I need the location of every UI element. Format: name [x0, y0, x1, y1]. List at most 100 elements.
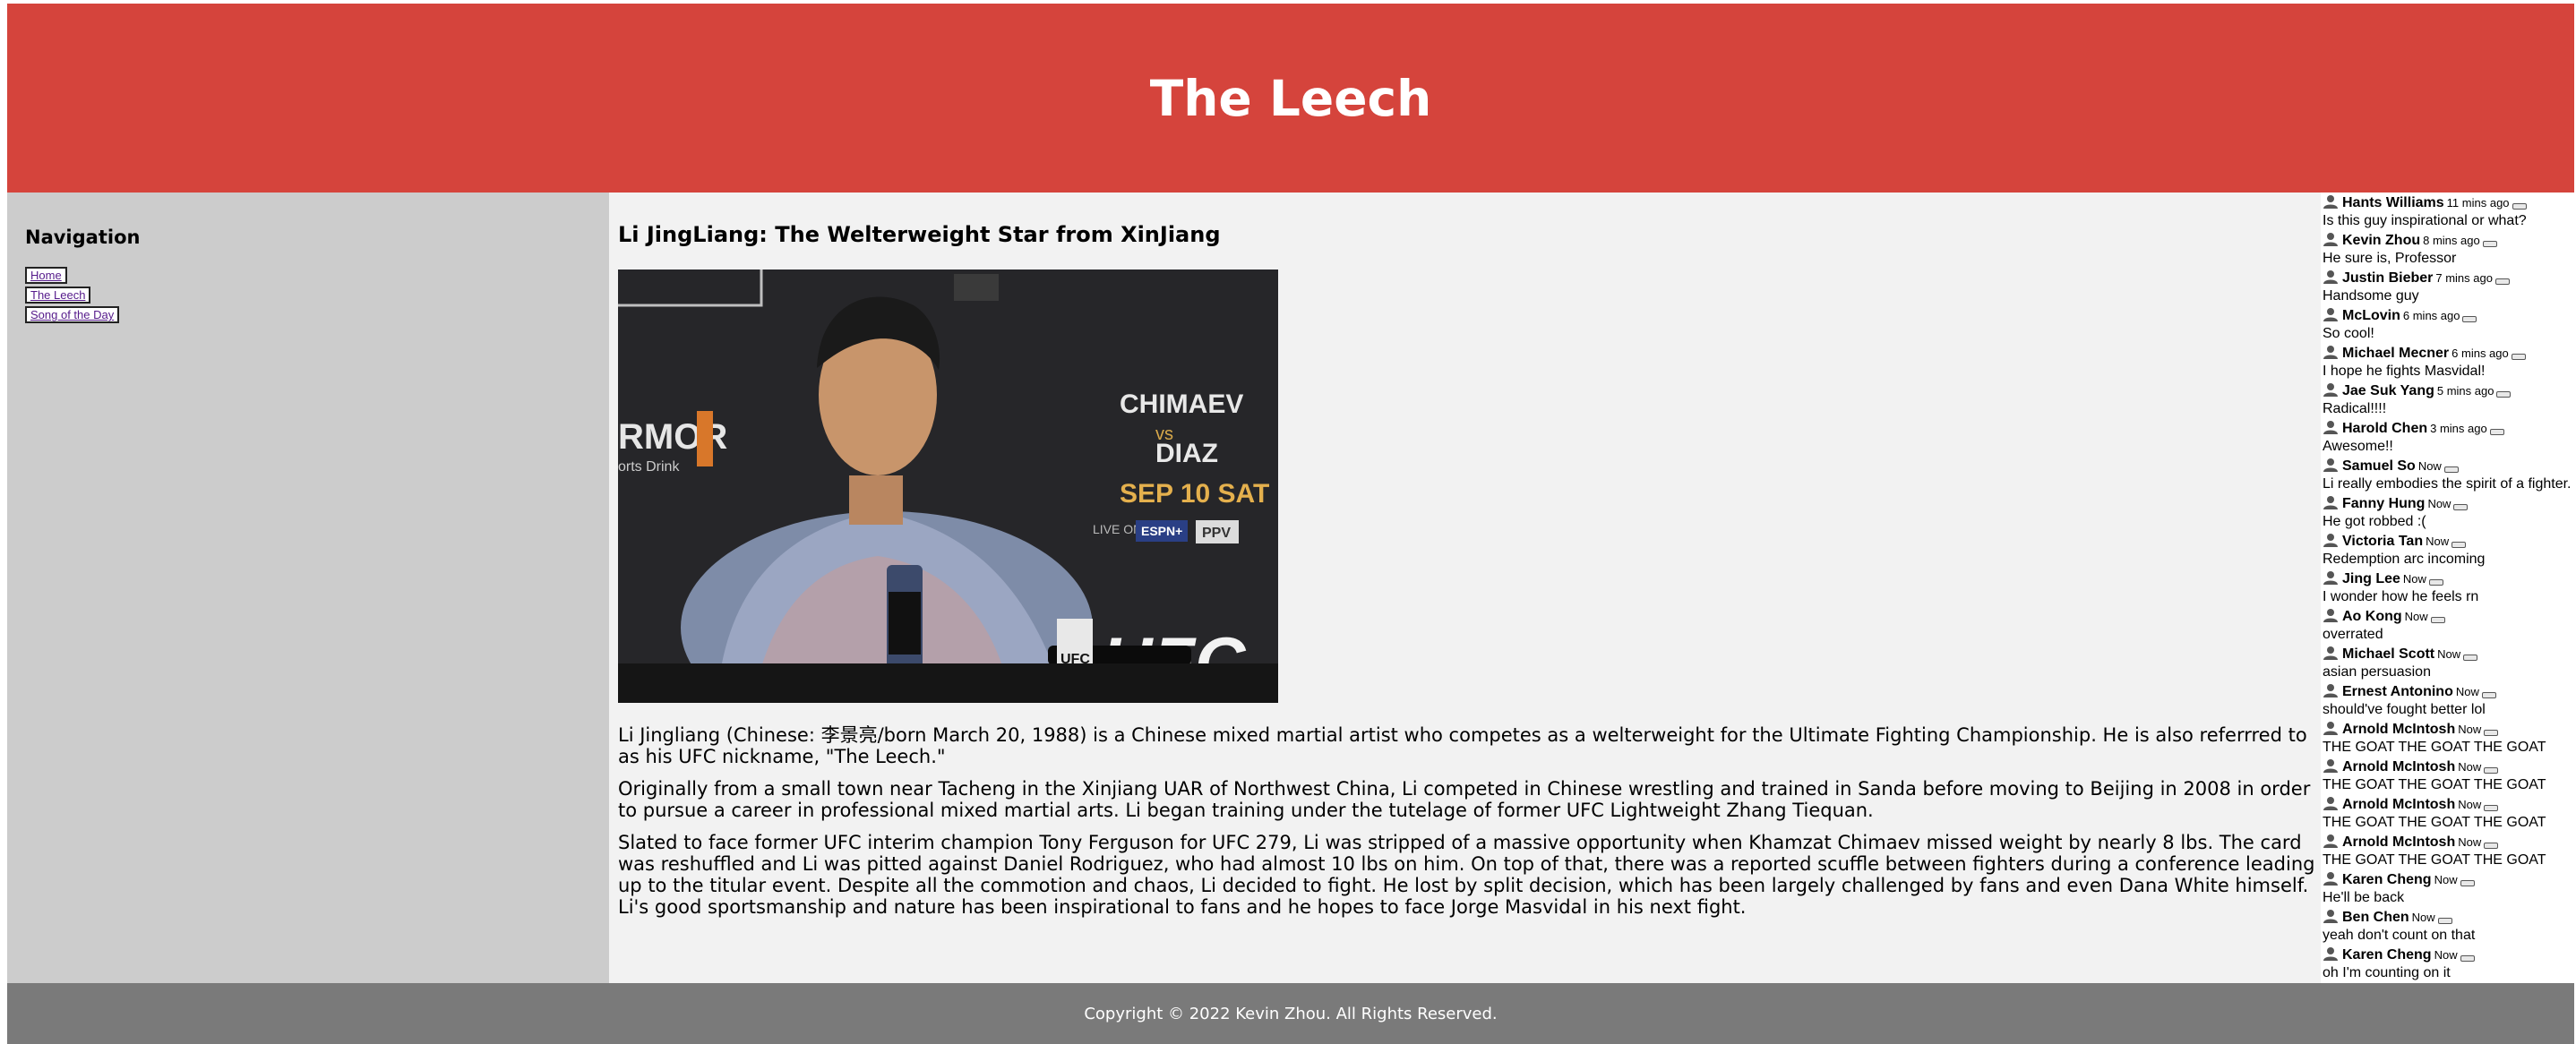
comment-reply-button[interactable] — [2437, 918, 2452, 924]
comment-timestamp: Now — [2437, 647, 2461, 661]
comment-header: Karen Cheng Now — [2323, 871, 2576, 889]
comment-reply-button[interactable] — [2460, 880, 2475, 886]
comment-item: Karen Cheng Now He'll be back — [2323, 871, 2576, 906]
comment-item: Hants Williams 11 mins ago Is this guy ins… — [2323, 194, 2576, 229]
user-icon — [2323, 570, 2339, 590]
comment-header: Arnold McIntosh Now — [2323, 721, 2576, 739]
comment-text: overrated — [2323, 627, 2383, 642]
comment-header: Justin Bieber 7 mins ago — [2323, 270, 2576, 287]
comment-item: Ao Kong Now overrated — [2323, 608, 2576, 643]
comment-text: THE GOAT THE GOAT THE GOAT — [2323, 777, 2546, 792]
comment-text: should've fought better lol — [2323, 702, 2486, 717]
comment-author: Fanny Hung — [2342, 496, 2426, 511]
comment-item: Arnold McIntosh Now THE GOAT THE GOAT THE … — [2323, 796, 2576, 831]
comment-author: Jae Suk Yang — [2342, 383, 2434, 398]
comment-item: Samuel So Now Li really embodies the spiri… — [2323, 458, 2576, 492]
comment-author: Ao Kong — [2342, 609, 2402, 624]
comment-text: I hope he fights Masvidal! — [2323, 364, 2486, 379]
comment-author: Michael Mecner — [2342, 346, 2450, 361]
comment-timestamp: Now — [2402, 572, 2426, 586]
comment-author: Arnold McIntosh — [2342, 759, 2456, 774]
user-icon — [2323, 533, 2339, 552]
site-footer: Copyright © 2022 Kevin Zhou. All Rights … — [7, 983, 2574, 1044]
comment-reply-button[interactable] — [2484, 730, 2499, 736]
nav-link-the-leech[interactable]: The Leech — [25, 287, 91, 304]
comment-item: Jae Suk Yang 5 mins ago Radical!!!! — [2323, 382, 2576, 417]
comment-timestamp: 8 mins ago — [2423, 234, 2480, 247]
comment-reply-button[interactable] — [2484, 843, 2499, 849]
comment-reply-button[interactable] — [2451, 542, 2467, 548]
nav-link-home[interactable]: Home — [25, 267, 67, 284]
comment-text: oh I'm counting on it — [2323, 965, 2451, 980]
backdrop-live-on: LIVE ON — [1093, 522, 1142, 536]
comment-timestamp: Now — [2434, 948, 2458, 962]
comment-timestamp: Now — [2458, 723, 2482, 736]
user-icon — [2323, 758, 2339, 778]
backdrop-ppv: PPV — [1202, 526, 1231, 541]
comment-header: Harold Chen 3 mins ago — [2323, 420, 2576, 438]
comment-author: Jing Lee — [2342, 571, 2400, 586]
article-paragraph: Li Jingliang (Chinese: 李景亮/born March 20… — [618, 724, 2307, 767]
comment-reply-button[interactable] — [2512, 203, 2527, 210]
user-icon — [2323, 721, 2339, 740]
site-title: The Leech — [1149, 69, 1432, 127]
comment-text: So cool! — [2323, 326, 2374, 341]
comment-item: Kevin Zhou 8 mins ago He sure is, Professo… — [2323, 232, 2576, 267]
comment-reply-button[interactable] — [2428, 579, 2443, 586]
user-icon — [2323, 495, 2339, 515]
comment-text: He sure is, Professor — [2323, 251, 2457, 266]
nav-item-the-leech: The Leech — [25, 286, 119, 304]
comment-reply-button[interactable] — [2494, 278, 2510, 285]
comment-author: Samuel So — [2342, 458, 2416, 474]
user-icon — [2323, 232, 2339, 252]
comment-header: Michael Scott Now — [2323, 646, 2576, 663]
user-icon — [2323, 194, 2339, 214]
comment-header: Ben Chen Now — [2323, 909, 2576, 927]
comment-text: He got robbed :( — [2323, 514, 2426, 529]
backdrop-espn: ESPN+ — [1141, 524, 1182, 538]
comment-reply-button[interactable] — [2489, 429, 2504, 435]
user-icon — [2323, 683, 2339, 703]
comment-header: Arnold McIntosh Now — [2323, 834, 2576, 851]
backdrop-event-name: CHIMAEV — [1120, 389, 1243, 419]
nav-item-home: Home — [25, 266, 119, 284]
comment-author: Justin Bieber — [2342, 270, 2434, 286]
user-icon — [2323, 382, 2339, 402]
user-icon — [2323, 871, 2339, 891]
comment-reply-button[interactable] — [2463, 655, 2478, 661]
nav-link-song-of-the-day[interactable]: Song of the Day — [25, 306, 120, 323]
comment-timestamp: Now — [2458, 835, 2482, 849]
comment-timestamp: Now — [2458, 760, 2482, 774]
comment-header: Arnold McIntosh Now — [2323, 758, 2576, 776]
article-photo: RMOR orts Drink CHIMAEV vs DIAZ SEP 10 S… — [618, 270, 1278, 703]
comment-author: Kevin Zhou — [2342, 233, 2421, 248]
comment-header: Victoria Tan Now — [2323, 533, 2576, 551]
comment-item: Harold Chen 3 mins ago Awesome!! — [2323, 420, 2576, 455]
comment-reply-button[interactable] — [2453, 504, 2469, 510]
comment-header: Samuel So Now — [2323, 458, 2576, 475]
comment-reply-button[interactable] — [2511, 354, 2526, 360]
comment-reply-button[interactable] — [2443, 466, 2459, 473]
comment-reply-button[interactable] — [2482, 241, 2497, 247]
main-content: Li JingLiang: The Welterweight Star from… — [609, 193, 2321, 983]
comment-reply-button[interactable] — [2481, 692, 2496, 698]
comment-text: I wonder how he feels rn — [2323, 589, 2479, 604]
comment-author: Karen Cheng — [2342, 872, 2432, 887]
comment-reply-button[interactable] — [2484, 805, 2499, 811]
comment-text: Awesome!! — [2323, 439, 2393, 454]
comment-text: THE GOAT THE GOAT THE GOAT — [2323, 852, 2546, 868]
comment-reply-button[interactable] — [2460, 955, 2475, 962]
comment-reply-button[interactable] — [2462, 316, 2477, 322]
nav-item-song-of-the-day: Song of the Day — [25, 305, 120, 323]
comment-item: Michael Scott Now asian persuasion — [2323, 646, 2576, 680]
comment-reply-button[interactable] — [2484, 767, 2499, 774]
comment-reply-button[interactable] — [2496, 391, 2512, 398]
comment-text: Li really embodies the spirit of a fight… — [2323, 476, 2572, 492]
comment-author: Arnold McIntosh — [2342, 797, 2456, 812]
article-paragraph: Slated to face former UFC interim champi… — [618, 832, 2315, 918]
user-icon — [2323, 307, 2339, 327]
comment-text: THE GOAT THE GOAT THE GOAT — [2323, 740, 2546, 755]
user-icon — [2323, 796, 2339, 816]
comment-reply-button[interactable] — [2430, 617, 2445, 623]
comment-item: Ernest Antonino Now should've fought bette… — [2323, 683, 2576, 718]
